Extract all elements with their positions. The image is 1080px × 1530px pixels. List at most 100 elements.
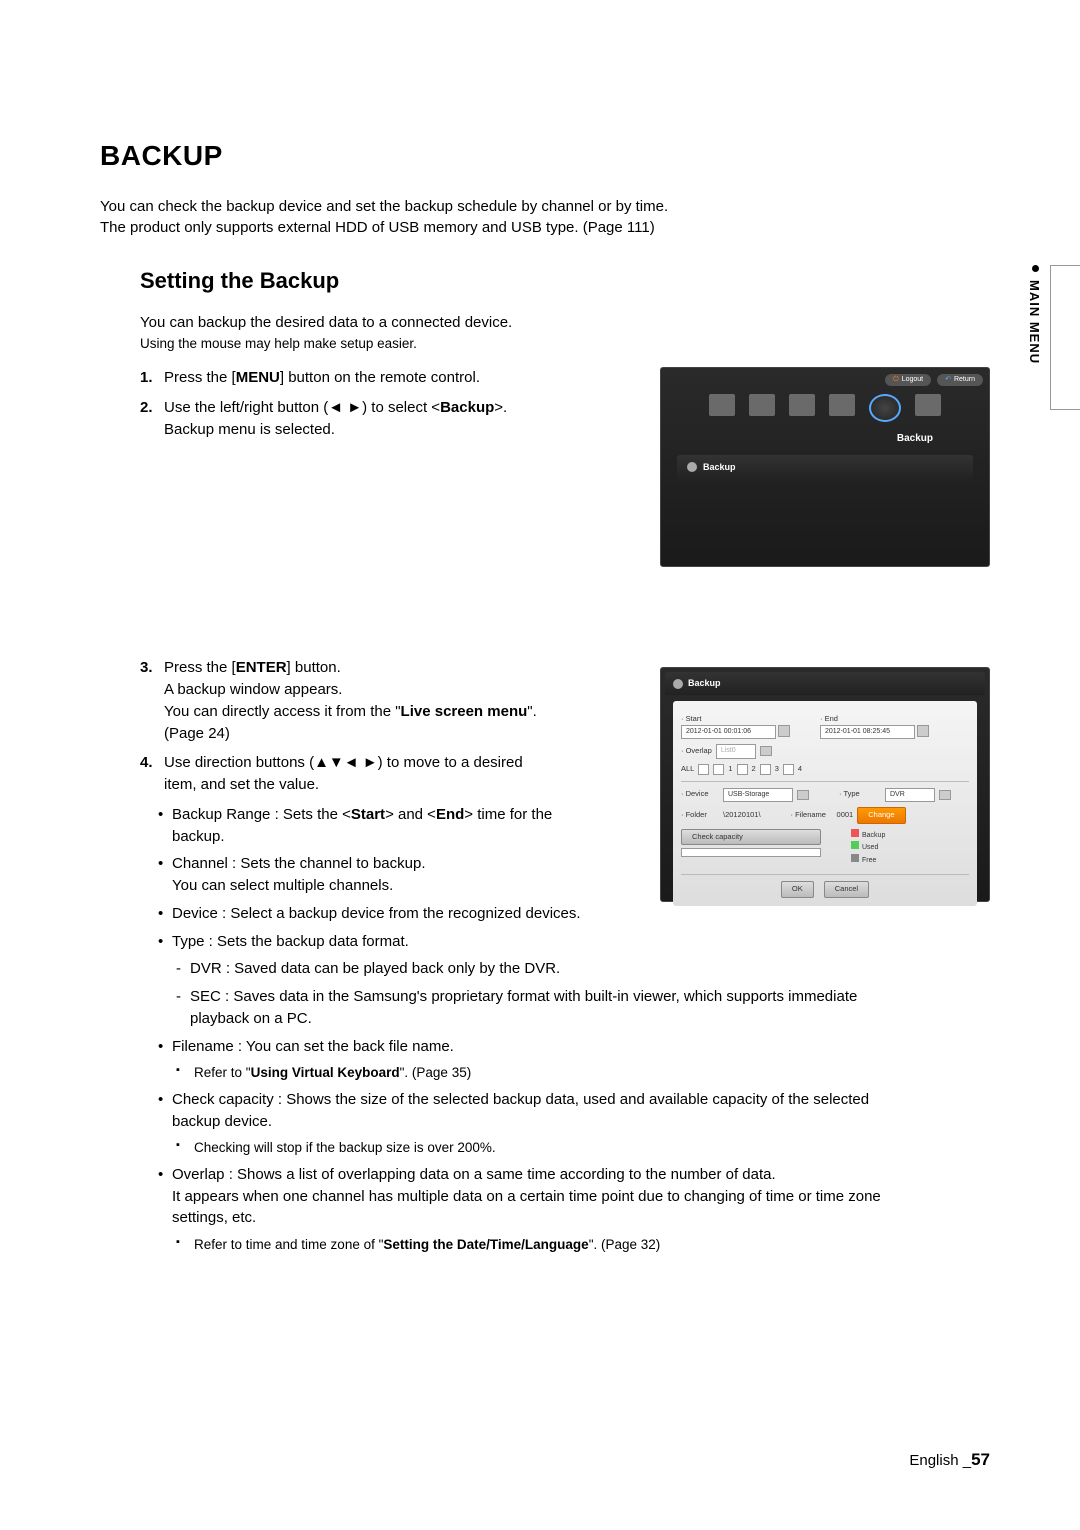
end-input[interactable]: 2012-01-01 08:25:45 (820, 725, 915, 739)
step-number: 2. (140, 397, 158, 441)
menu-icon[interactable] (915, 394, 941, 416)
end-field: · End 2012-01-01 08:25:45 (820, 714, 929, 739)
step-number: 4. (140, 752, 158, 796)
dropdown-icon[interactable] (939, 790, 951, 800)
bullet-text: Backup Range : Sets the <Start> and <End… (172, 804, 552, 848)
menu-icon[interactable] (709, 394, 735, 416)
bullet-range: • Backup Range : Sets the <Start> and <E… (158, 804, 640, 848)
bullet-icon: • (158, 1089, 172, 1133)
type-field: · Type DVR (839, 788, 951, 802)
screenshot-backup-dialog: Backup · Start 2012-01-01 00:01:06 · End… (660, 667, 990, 902)
bullet-device: • Device : Select a backup device from t… (158, 903, 990, 925)
step-3: 3. Press the [ENTER] button. A backup wi… (140, 657, 640, 744)
checkbox-all[interactable] (698, 764, 709, 775)
side-section-label: MAIN MENU (1027, 280, 1042, 364)
capacity-legend: Backup Used Free (851, 829, 885, 867)
sub-text: DVR : Saved data can be played back only… (190, 958, 560, 980)
check-capacity-button[interactable]: Check capacity (681, 829, 821, 846)
bullet-icon: • (158, 853, 172, 897)
step-text: Use the left/right button (◄ ►) to selec… (164, 397, 507, 441)
note-overlap: ▪ Refer to time and time zone of "Settin… (176, 1235, 990, 1255)
step-text: Press the [ENTER] button. A backup windo… (164, 657, 537, 744)
start-input[interactable]: 2012-01-01 00:01:06 (681, 725, 776, 739)
backup-icon (687, 462, 697, 472)
bullet-icon: • (158, 1036, 172, 1058)
note-icon: ▪ (176, 1235, 194, 1255)
bullet-overlap: • Overlap : Shows a list of overlapping … (158, 1164, 990, 1229)
sub-text: SEC : Saves data in the Samsung's propri… (190, 986, 857, 1030)
side-dot-icon (1032, 265, 1039, 272)
bullet-text: Type : Sets the backup data format. (172, 931, 409, 953)
intro-text: You can check the backup device and set … (100, 196, 990, 238)
bullet-icon: • (158, 804, 172, 848)
dash-icon: - (176, 958, 190, 980)
page-number: 57 (971, 1450, 990, 1469)
type-select[interactable]: DVR (885, 788, 935, 802)
return-button[interactable]: ↶Return (937, 374, 983, 386)
cancel-button[interactable]: Cancel (824, 881, 869, 898)
change-button[interactable]: Change (857, 807, 905, 824)
device-field: · Device USB-Storage (681, 788, 809, 802)
intro-line1: You can check the backup device and set … (100, 196, 990, 217)
channel-row: ALL 1 2 3 4 (681, 764, 969, 775)
dialog-header: Backup (665, 672, 985, 695)
spinner-icon[interactable] (917, 725, 929, 737)
folder-field: · Folder \20120101\ (681, 807, 761, 824)
dropdown-icon[interactable] (760, 746, 772, 756)
bullet-icon: • (158, 931, 172, 953)
start-field: · Start 2012-01-01 00:01:06 (681, 714, 790, 739)
backup-icon (673, 679, 683, 689)
menu-icon[interactable] (749, 394, 775, 416)
bullet-text: Filename : You can set the back file nam… (172, 1036, 454, 1058)
note-icon: ▪ (176, 1063, 194, 1083)
note-capacity: ▪ Checking will stop if the backup size … (176, 1138, 990, 1158)
desc-line1: You can backup the desired data to a con… (140, 312, 990, 334)
menu-tab-label: Backup (667, 432, 983, 447)
step-2: 2. Use the left/right button (◄ ►) to se… (140, 397, 640, 441)
step-number: 1. (140, 367, 158, 389)
note-filename: ▪ Refer to "Using Virtual Keyboard". (Pa… (176, 1063, 990, 1083)
step-4: 4. Use direction buttons (▲▼◄ ►) to move… (140, 752, 640, 796)
note-text: Refer to "Using Virtual Keyboard". (Page… (194, 1063, 471, 1083)
overlap-field: · Overlap List0 (681, 744, 969, 758)
intro-line2: The product only supports external HDD o… (100, 217, 990, 238)
spinner-icon[interactable] (778, 725, 790, 737)
bullet-channel: • Channel : Sets the channel to backup.Y… (158, 853, 640, 897)
page-title: BACKUP (100, 140, 990, 172)
note-icon: ▪ (176, 1138, 194, 1158)
filename-field: · Filename 0001 Change (791, 807, 906, 824)
note-text: Checking will stop if the backup size is… (194, 1138, 496, 1158)
page-footer: English _57 (909, 1450, 990, 1470)
checkbox-ch4[interactable] (783, 764, 794, 775)
checkbox-ch2[interactable] (737, 764, 748, 775)
legend-used-icon (851, 841, 859, 849)
submenu-backup[interactable]: Backup (677, 455, 973, 480)
sub-type-sec: - SEC : Saves data in the Samsung's prop… (176, 986, 990, 1030)
dropdown-icon[interactable] (797, 790, 809, 800)
side-tab (1050, 265, 1080, 410)
step-1: 1. Press the [MENU] button on the remote… (140, 367, 640, 389)
bullet-text: Device : Select a backup device from the… (172, 903, 581, 925)
step-text: Press the [MENU] button on the remote co… (164, 367, 480, 389)
bullet-text: Overlap : Shows a list of overlapping da… (172, 1164, 881, 1229)
folder-value: \20120101\ (723, 810, 761, 821)
menu-icon[interactable] (789, 394, 815, 416)
dash-icon: - (176, 986, 190, 1030)
backup-menu-icon[interactable] (869, 394, 901, 422)
note-text: Refer to time and time zone of "Setting … (194, 1235, 660, 1255)
section-subtitle: Setting the Backup (140, 268, 990, 294)
capacity-bar (681, 848, 821, 857)
overlap-select[interactable]: List0 (716, 744, 756, 758)
device-select[interactable]: USB-Storage (723, 788, 793, 802)
bullet-text: Check capacity : Shows the size of the s… (172, 1089, 869, 1133)
checkbox-ch1[interactable] (713, 764, 724, 775)
menu-icon-row (667, 394, 983, 422)
footer-lang: English _ (909, 1452, 971, 1469)
logout-button[interactable]: ⏻Logout (885, 374, 931, 386)
menu-icon[interactable] (829, 394, 855, 416)
legend-free-icon (851, 854, 859, 862)
ok-button[interactable]: OK (781, 881, 814, 898)
desc-line2: Using the mouse may help make setup easi… (140, 334, 990, 354)
bullet-capacity: • Check capacity : Shows the size of the… (158, 1089, 990, 1133)
checkbox-ch3[interactable] (760, 764, 771, 775)
